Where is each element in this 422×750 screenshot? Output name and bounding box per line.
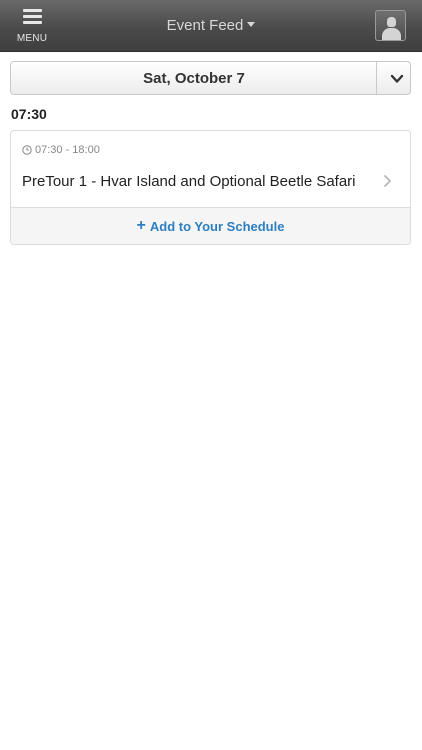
event-row[interactable]: 07:30 - 18:00 PreTour 1 - Hvar Island an… <box>11 131 410 207</box>
top-nav-bar: MENU Event Feed <box>0 0 422 52</box>
plus-icon: + <box>136 217 146 234</box>
add-to-schedule-button[interactable]: + Add to Your Schedule <box>11 207 410 244</box>
caret-down-icon <box>247 22 256 27</box>
date-selector[interactable]: Sat, October 7 <box>10 61 411 95</box>
event-feed-dropdown[interactable]: Event Feed <box>0 17 422 34</box>
event-time-range: 07:30 - 18:00 <box>35 144 100 156</box>
add-to-schedule-label: Add to Your Schedule <box>149 218 285 234</box>
event-time: 07:30 - 18:00 <box>22 144 100 156</box>
clock-icon <box>22 145 32 155</box>
chevron-down-icon[interactable] <box>389 71 405 87</box>
profile-button[interactable] <box>375 10 406 41</box>
event-title: PreTour 1 - Hvar Island and Optional Bee… <box>22 173 356 190</box>
event-card: 07:30 - 18:00 PreTour 1 - Hvar Island an… <box>10 130 411 245</box>
menu-label: MENU <box>16 33 48 44</box>
date-selector-divider <box>376 62 377 94</box>
chevron-right-icon <box>384 175 391 187</box>
time-group-heading: 07:30 <box>11 106 47 122</box>
selected-date: Sat, October 7 <box>143 70 245 87</box>
page-title: Event Feed <box>166 17 244 34</box>
